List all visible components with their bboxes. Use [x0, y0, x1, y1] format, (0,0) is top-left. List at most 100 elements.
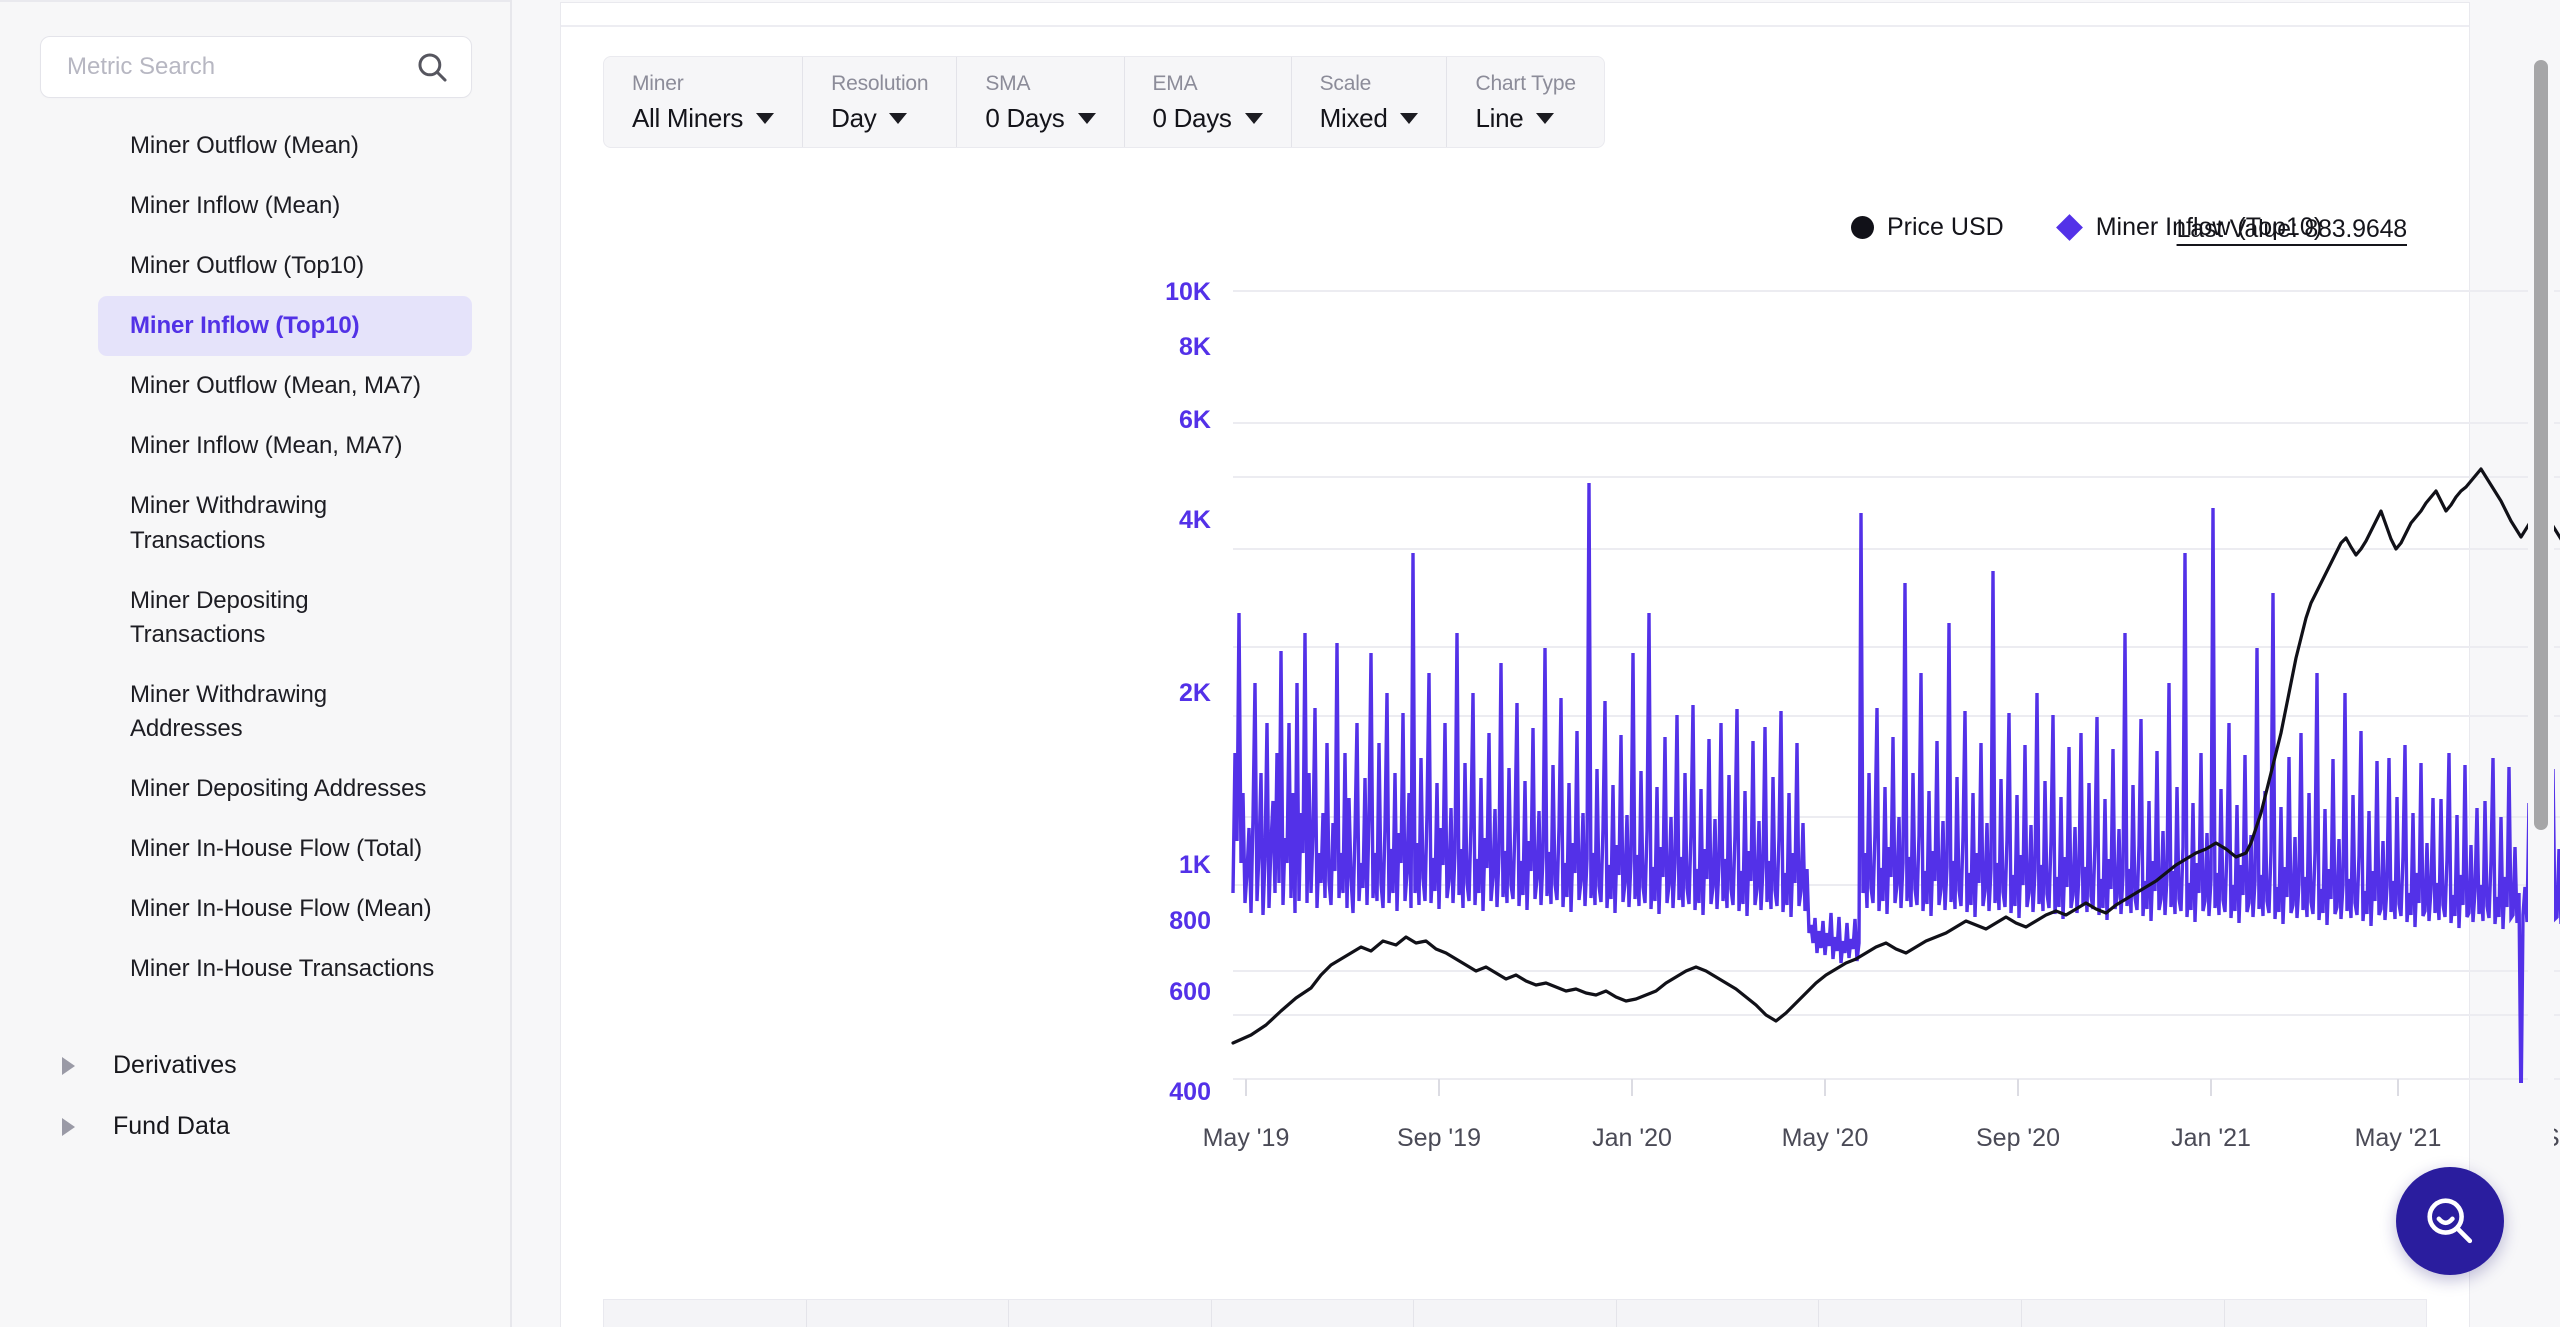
- brush-segment[interactable]: [1617, 1300, 1820, 1327]
- chart-type-select-value-row: Line: [1475, 103, 1575, 134]
- scale-select-label: Scale: [1319, 72, 1372, 95]
- chevron-down-icon: [1244, 113, 1263, 124]
- search-icon[interactable]: [415, 50, 449, 84]
- y-left-tick: 8K: [1179, 333, 1211, 361]
- sidebar-group-derivatives[interactable]: Derivatives: [50, 1035, 472, 1096]
- search-fab-button[interactable]: [2396, 1167, 2504, 1275]
- miner-select-label: Miner: [632, 72, 684, 95]
- sma-select-value: 0 Days: [985, 103, 1065, 133]
- chart-plot-area[interactable]: 10K 8K 6K 4K 2K 1K 800 600 400 $60K $45K: [561, 253, 2560, 1263]
- metric-item-miner-depositing-transactions[interactable]: Miner Depositing Transactions: [98, 571, 472, 665]
- metric-item-miner-in-house-flow-mean[interactable]: Miner In-House Flow (Mean): [98, 879, 472, 939]
- y-left-tick: 2K: [1179, 679, 1211, 707]
- chart-range-brush[interactable]: [603, 1299, 2427, 1327]
- metric-item-miner-in-house-transactions[interactable]: Miner In-House Transactions: [98, 939, 472, 999]
- metric-item-miner-outflow-mean-ma7[interactable]: Miner Outflow (Mean, MA7): [98, 356, 472, 416]
- series-miner-inflow-top10: [1231, 482, 2560, 1083]
- metric-search-box[interactable]: [40, 36, 472, 98]
- card-top-divider: [561, 25, 2469, 27]
- miner-select[interactable]: Miner All Miners: [604, 57, 804, 147]
- x-tick: May '21: [2355, 1124, 2442, 1152]
- miner-select-value: All Miners: [632, 103, 744, 133]
- brush-segment[interactable]: [1414, 1300, 1617, 1327]
- chart-x-ticks: [1245, 1079, 2399, 1096]
- metric-item-miner-depositing-addresses[interactable]: Miner Depositing Addresses: [98, 759, 472, 819]
- sidebar-group-label: Derivatives: [113, 1051, 237, 1080]
- resolution-select[interactable]: Resolution Day: [803, 57, 958, 147]
- app-root: Miner Outflow (Mean) Miner Inflow (Mean)…: [0, 0, 2560, 1327]
- chart-svg[interactable]: 10K 8K 6K 4K 2K 1K 800 600 400 $60K $45K: [561, 253, 2560, 1263]
- resolution-select-label: Resolution: [831, 72, 929, 95]
- metric-item-miner-withdrawing-addresses[interactable]: Miner Withdrawing Addresses: [98, 665, 472, 759]
- y-left-tick: 1K: [1179, 851, 1211, 879]
- legend-item-price-usd[interactable]: Price USD: [1851, 213, 2004, 242]
- x-tick: Jan '20: [1592, 1124, 1672, 1152]
- y-left-tick: 4K: [1179, 506, 1211, 534]
- scale-select-value: Mixed: [1319, 103, 1388, 133]
- search-input[interactable]: [67, 53, 415, 81]
- x-tick: Jan '21: [2171, 1124, 2251, 1152]
- brush-segment[interactable]: [2022, 1300, 2225, 1327]
- chart-y-left-axis: 10K 8K 6K 4K 2K 1K 800 600 400: [1165, 278, 1211, 1106]
- x-tick: Sep '20: [1976, 1124, 2060, 1152]
- metrics-sidebar: Miner Outflow (Mean) Miner Inflow (Mean)…: [0, 0, 512, 1327]
- metric-item-miner-outflow-top10[interactable]: Miner Outflow (Top10): [98, 236, 472, 296]
- sma-select-value-row: 0 Days: [985, 103, 1096, 134]
- page-scrollbar-thumb[interactable]: [2534, 60, 2548, 830]
- y-left-tick: 400: [1169, 1078, 1211, 1106]
- chart-card: Miner All Miners Resolution Day SMA 0 Da…: [560, 2, 2560, 1327]
- chevron-down-icon: [756, 113, 775, 124]
- search-container: [0, 0, 510, 98]
- brush-segment[interactable]: [807, 1300, 1010, 1327]
- scale-select-value-row: Mixed: [1320, 103, 1419, 134]
- metric-item-miner-outflow-mean[interactable]: Miner Outflow (Mean): [98, 116, 472, 176]
- legend-label: Price USD: [1887, 213, 2004, 241]
- brush-segment[interactable]: [1009, 1300, 1212, 1327]
- chevron-down-icon: [1400, 113, 1419, 124]
- chevron-down-icon: [1077, 113, 1096, 124]
- y-left-tick: 10K: [1165, 278, 1211, 306]
- y-left-tick: 800: [1169, 907, 1211, 935]
- resolution-select-value-row: Day: [831, 103, 928, 134]
- x-tick: Sep '19: [1397, 1124, 1481, 1152]
- caret-right-icon: [62, 1056, 75, 1075]
- x-tick: May '20: [1782, 1124, 1869, 1152]
- x-tick: May '19: [1203, 1124, 1290, 1152]
- metric-item-miner-inflow-mean-ma7[interactable]: Miner Inflow (Mean, MA7): [98, 416, 472, 476]
- caret-right-icon: [62, 1117, 75, 1136]
- sidebar-top-divider: [0, 0, 510, 2]
- ema-select-value: 0 Days: [1152, 103, 1232, 133]
- metric-item-miner-inflow-top10[interactable]: Miner Inflow (Top10): [98, 296, 472, 357]
- chart-type-select-value: Line: [1475, 103, 1524, 133]
- legend-circle-icon: [1851, 216, 1874, 239]
- resolution-select-value: Day: [831, 103, 877, 133]
- ema-select-label: EMA: [1152, 72, 1198, 95]
- metric-list: Miner Outflow (Mean) Miner Inflow (Mean)…: [0, 98, 510, 999]
- brush-segment[interactable]: [1212, 1300, 1415, 1327]
- ema-select[interactable]: EMA 0 Days: [1125, 57, 1292, 147]
- chart-legend: Price USD Miner Inflow (Top10) Last Valu…: [561, 213, 2469, 253]
- metric-item-miner-withdrawing-transactions[interactable]: Miner Withdrawing Transactions: [98, 476, 472, 570]
- metric-item-miner-inflow-mean[interactable]: Miner Inflow (Mean): [98, 176, 472, 236]
- brush-segment[interactable]: [2225, 1300, 2427, 1327]
- sma-select-label: SMA: [985, 72, 1031, 95]
- scale-select[interactable]: Scale Mixed: [1292, 57, 1448, 147]
- chart-gridlines: [1233, 290, 2560, 1080]
- search-smile-icon: [2427, 1198, 2473, 1244]
- chart-panel: Miner All Miners Resolution Day SMA 0 Da…: [512, 0, 2560, 1327]
- last-value-label[interactable]: Last Value: 883.9648: [2177, 215, 2408, 244]
- chart-type-select[interactable]: Chart Type Line: [1447, 57, 1603, 147]
- chevron-down-icon: [1536, 113, 1555, 124]
- sma-select[interactable]: SMA 0 Days: [957, 57, 1125, 147]
- sidebar-group-fund-data[interactable]: Fund Data: [50, 1096, 472, 1157]
- y-left-tick: 6K: [1179, 406, 1211, 434]
- legend-diamond-icon: [2055, 214, 2083, 241]
- brush-segment[interactable]: [604, 1300, 807, 1327]
- metric-item-miner-in-house-flow-total[interactable]: Miner In-House Flow (Total): [98, 819, 472, 879]
- y-left-tick: 600: [1169, 978, 1211, 1006]
- chevron-down-icon: [889, 113, 908, 124]
- miner-select-value-row: All Miners: [632, 103, 775, 134]
- chart-type-select-label: Chart Type: [1475, 72, 1576, 95]
- chart-x-axis: May '19 Sep '19 Jan '20 May '20 Sep '20 …: [1203, 1124, 2560, 1152]
- brush-segment[interactable]: [1819, 1300, 2022, 1327]
